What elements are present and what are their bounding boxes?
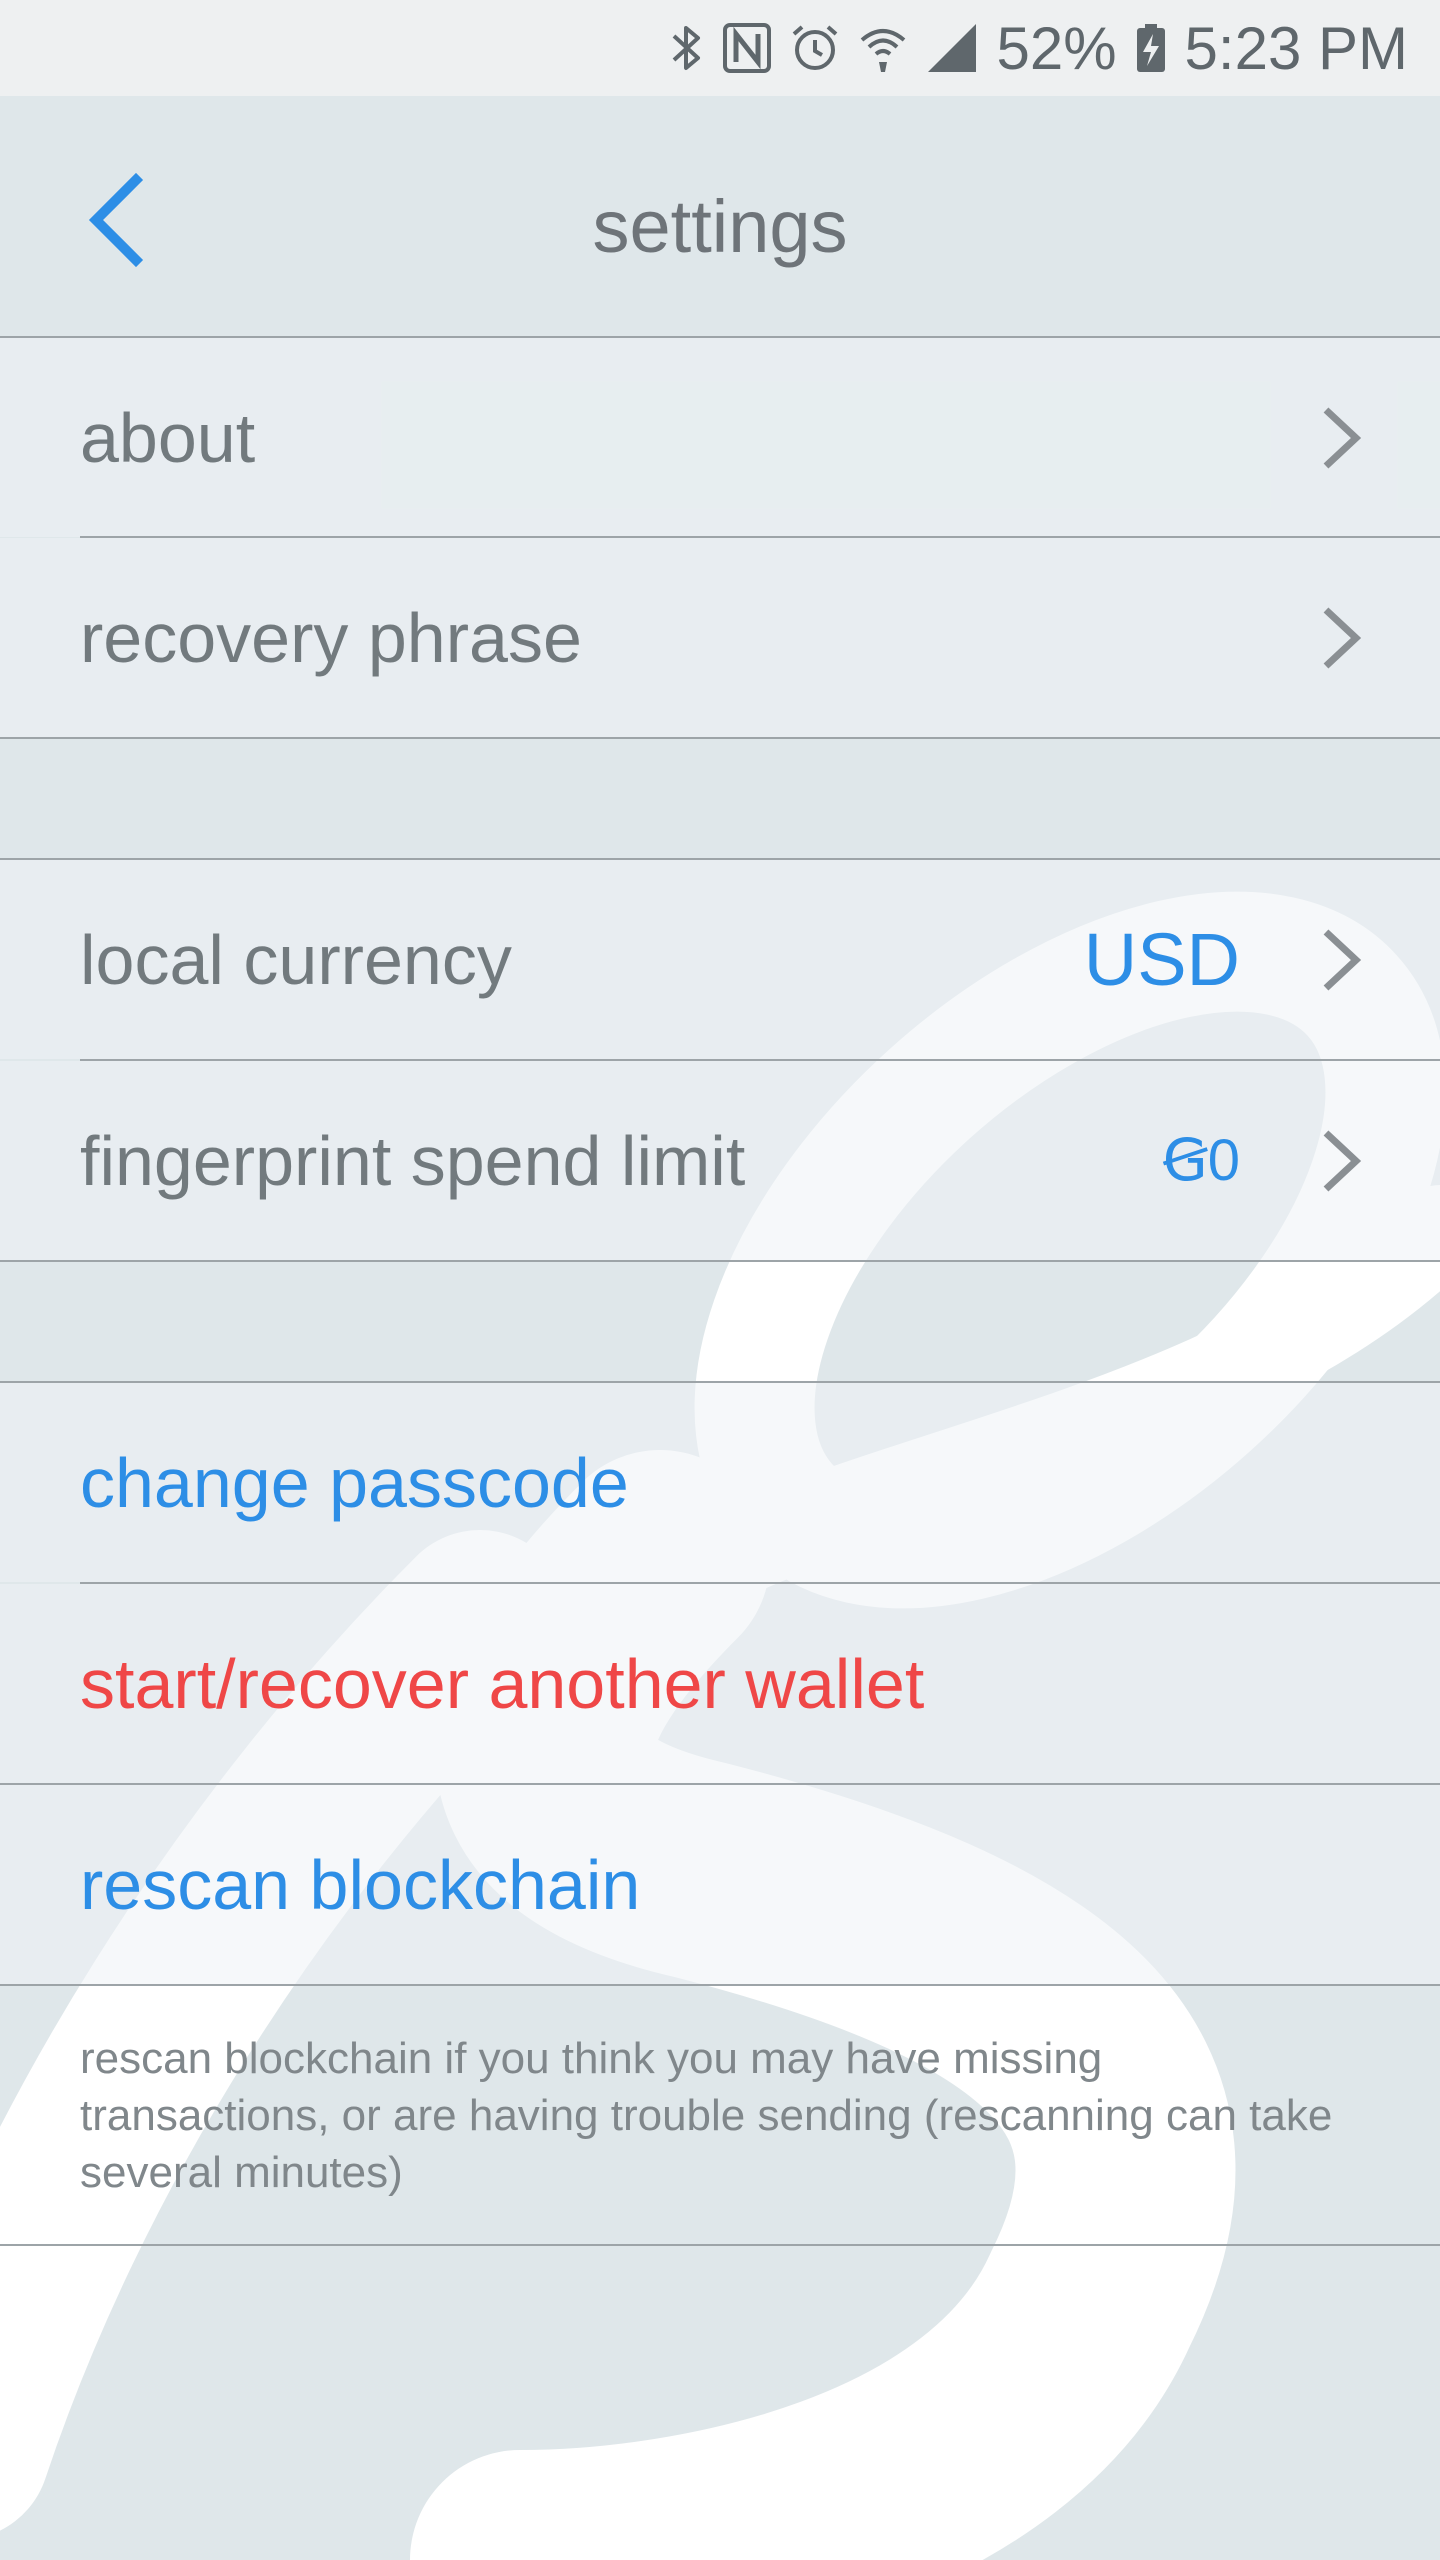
row-about-label: about [80,399,256,477]
row-change-passcode[interactable]: change passcode [0,1383,1440,1582]
status-icons: 52% 5:23 PM [670,0,1408,96]
rescan-blockchain-label: rescan blockchain [80,1846,641,1924]
divider [0,858,1440,860]
start-recover-wallet-label: start/recover another wallet [80,1645,925,1723]
divider [0,1984,1440,1986]
divider [80,1582,1440,1584]
divider [0,336,1440,338]
signal-icon [926,22,978,74]
row-fingerprint-spend-limit[interactable]: fingerprint spend limit Ꞡ0 [0,1061,1440,1260]
app-header: settings [0,96,1440,336]
divider [80,1059,1440,1061]
divider [0,2244,1440,2246]
nfc-icon [722,22,772,74]
row-local-currency[interactable]: local currency USD [0,860,1440,1059]
row-about[interactable]: about [0,338,1440,537]
alarm-icon [790,22,840,74]
page-title: settings [592,185,848,268]
rescan-help-text: rescan blockchain if you think you may h… [80,2034,1333,2197]
chevron-right-icon [1323,607,1362,669]
battery-percentage: 52% [996,14,1117,82]
divider [0,1381,1440,1383]
divider [0,1260,1440,1262]
row-recovery-phrase[interactable]: recovery phrase [0,538,1440,737]
row-local-currency-label: local currency [80,921,512,999]
row-recovery-phrase-label: recovery phrase [80,599,582,677]
chevron-right-icon [1323,929,1362,991]
clock: 5:23 PM [1184,14,1408,82]
wifi-icon [858,22,908,74]
row-start-recover-wallet[interactable]: start/recover another wallet [0,1584,1440,1783]
change-passcode-label: change passcode [80,1444,629,1522]
fingerprint-limit-value: Ꞡ0 [1162,1128,1240,1193]
divider [0,737,1440,739]
local-currency-value: USD [1083,918,1240,1001]
battery-charging-icon [1135,22,1167,74]
status-bar: 52% 5:23 PM [0,0,1440,96]
divider [0,1783,1440,1785]
divider [80,536,1440,538]
chevron-right-icon [1323,407,1362,469]
row-rescan-blockchain[interactable]: rescan blockchain [0,1785,1440,1984]
row-fingerprint-label: fingerprint spend limit [80,1122,746,1200]
chevron-right-icon [1323,1130,1362,1192]
bluetooth-icon [670,22,704,74]
